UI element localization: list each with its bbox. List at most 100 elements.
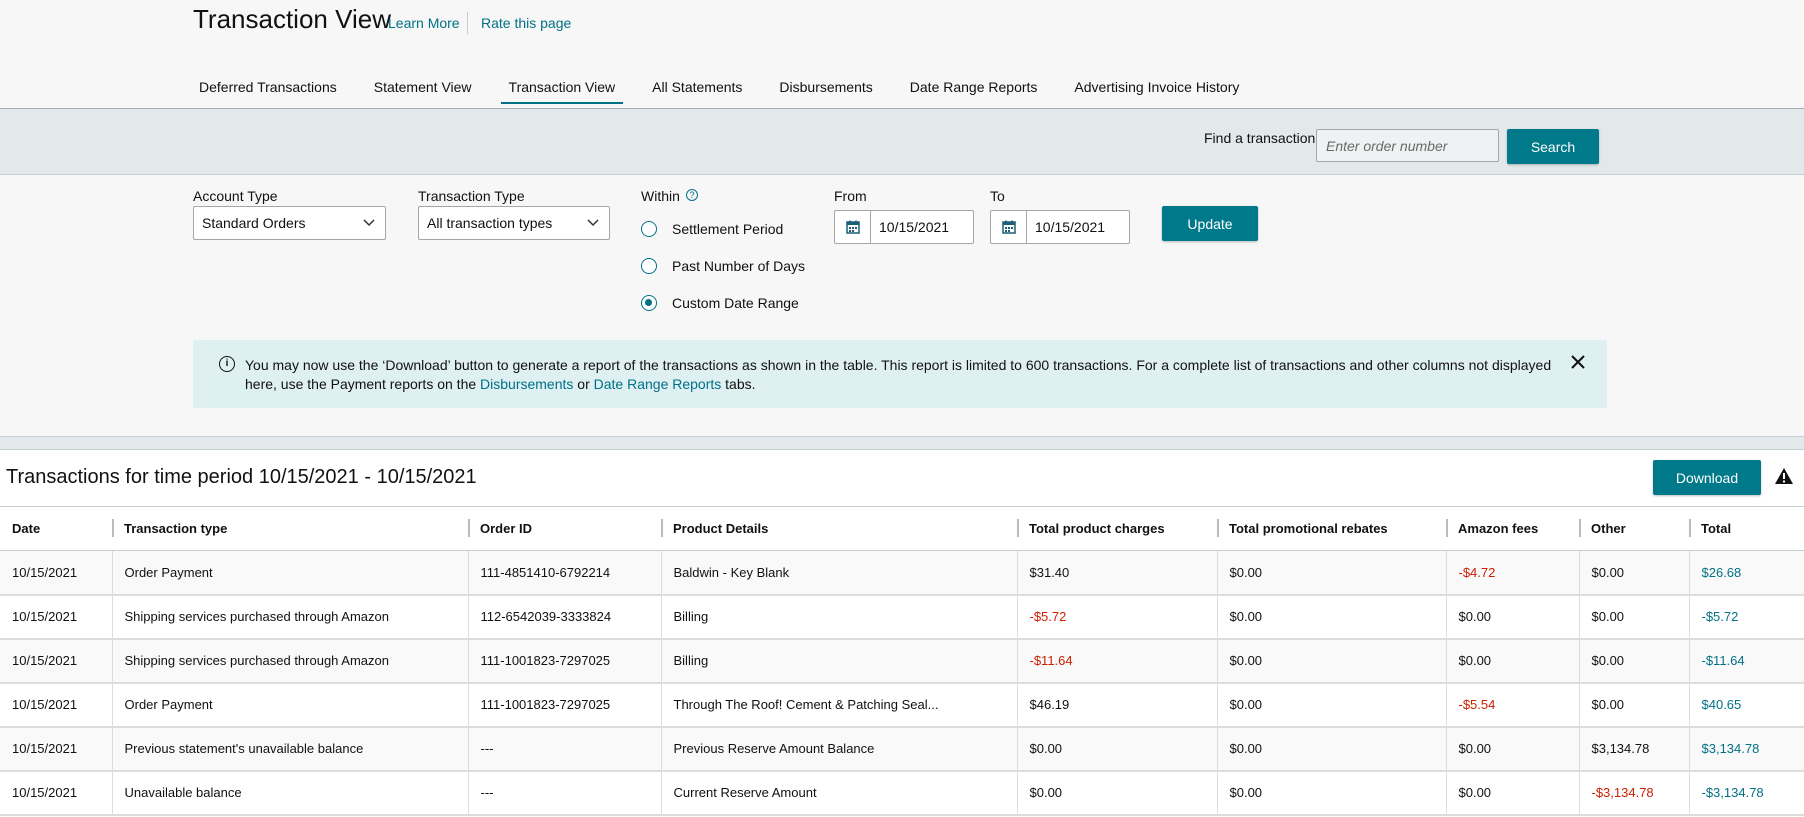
cell-amazon-fees: $0.00 [1446,638,1580,684]
cell-date: 10/15/2021 [0,770,113,816]
learn-more-link[interactable]: Learn More [388,15,460,31]
cell-date: 10/15/2021 [0,638,113,684]
cell-amazon-fees: -$5.54 [1446,682,1580,728]
from-date-field[interactable]: 10/15/2021 [834,210,974,244]
column-header-amazon-fees[interactable]: Amazon fees [1446,506,1579,551]
date-range-reports-link[interactable]: Date Range Reports [594,376,722,392]
tab-all-statements[interactable]: All Statements [644,78,750,104]
header-divider [467,12,468,34]
cell-date: 10/15/2021 [0,550,113,596]
table-row[interactable]: 10/15/2021 Shipping services purchased th… [0,638,1804,684]
cell-other: $0.00 [1579,682,1690,728]
from-date-value: 10/15/2021 [879,219,950,235]
column-header-transaction-type[interactable]: Transaction type [112,506,468,551]
cell-amazon-fees: -$4.72 [1446,550,1580,596]
tab-deferred-transactions[interactable]: Deferred Transactions [191,78,345,104]
chevron-down-icon [363,219,375,227]
results-panel: Transactions for time period 10/15/2021 … [0,449,1804,817]
radio-label: Settlement Period [672,221,784,237]
info-banner: i You may now use the ‘Download’ button … [193,340,1607,408]
cell-date: 10/15/2021 [0,594,113,640]
column-header-total[interactable]: Total [1689,506,1804,551]
cell-transaction-type: Shipping services purchased through Amaz… [112,638,469,684]
tab-statement-view[interactable]: Statement View [366,78,480,104]
order-number-input[interactable] [1316,129,1499,162]
cell-other: $0.00 [1579,550,1690,596]
disbursements-link[interactable]: Disbursements [480,376,573,392]
radio-custom-date-range[interactable]: Custom Date Range [641,293,799,313]
cell-total-promotional-rebates: $0.00 [1217,726,1447,772]
radio-label: Past Number of Days [672,258,806,274]
cell-transaction-type: Shipping services purchased through Amaz… [112,594,469,640]
table-row[interactable]: 10/15/2021 Unavailable balance --- Current … [0,770,1804,816]
search-band: Find a transaction Search [0,109,1804,175]
cell-order-id: --- [468,726,662,772]
page-header: Transaction View Learn More Rate this pa… [0,0,1804,108]
table-row[interactable]: 10/15/2021 Order Payment 111-4851410-67922… [0,550,1804,596]
radio-settlement-period[interactable]: Settlement Period [641,219,783,239]
table-header-row: Date Transaction type Order ID Product Deta… [0,506,1804,551]
tab-date-range-reports[interactable]: Date Range Reports [902,78,1046,104]
cell-product-details: Through The Roof! Cement & Patching Seal… [661,682,1018,728]
info-text: tabs. [721,376,756,392]
update-button[interactable]: Update [1162,206,1258,241]
cell-total: -$11.64 [1689,638,1804,684]
warning-icon[interactable] [1774,467,1794,485]
transaction-type-label: Transaction Type [418,188,525,204]
cell-total-product-charges: -$5.72 [1017,594,1218,640]
tab-transaction-view[interactable]: Transaction View [500,78,624,104]
table-row[interactable]: 10/15/2021 Order Payment 111-1001823-72970… [0,682,1804,728]
to-label: To [990,188,1005,204]
radio-button[interactable] [641,258,657,274]
cell-amazon-fees: $0.00 [1446,726,1580,772]
column-header-date[interactable]: Date [0,506,112,551]
account-type-label: Account Type [193,188,278,204]
rate-page-link[interactable]: Rate this page [481,15,571,31]
download-button[interactable]: Download [1653,460,1761,495]
column-header-product-details[interactable]: Product Details [661,506,1017,551]
account-type-select[interactable]: Standard Orders [193,206,386,240]
find-transaction-label: Find a transaction [1204,130,1316,146]
account-type-value: Standard Orders [202,215,306,231]
cell-order-id: 112-6542039-3333824 [468,594,662,640]
tab-advertising-invoice-history[interactable]: Advertising Invoice History [1066,78,1247,104]
cell-transaction-type: Previous statement's unavailable balance [112,726,469,772]
tab-disbursements[interactable]: Disbursements [771,78,880,104]
calendar-icon[interactable] [991,211,1027,243]
cell-total-promotional-rebates: $0.00 [1217,594,1447,640]
column-header-order-id[interactable]: Order ID [468,506,661,551]
transactions-table: Date Transaction type Order ID Product Deta… [0,506,1804,816]
within-label: Within [641,188,680,204]
cell-date: 10/15/2021 [0,682,113,728]
page-title: Transaction View [193,4,391,34]
cell-order-id: --- [468,770,662,816]
cell-total: $26.68 [1689,550,1804,596]
to-date-field[interactable]: 10/15/2021 [990,210,1130,244]
cell-order-id: 111-1001823-7297025 [468,638,662,684]
cell-other: $0.00 [1579,594,1690,640]
radio-past-number-of-days[interactable]: Past Number of Days [641,256,805,276]
cell-other: $3,134.78 [1579,726,1690,772]
search-button[interactable]: Search [1507,129,1599,164]
cell-amazon-fees: $0.00 [1446,770,1580,816]
cell-total-promotional-rebates: $0.00 [1217,770,1447,816]
close-icon[interactable] [1570,354,1586,370]
radio-button[interactable] [641,221,657,237]
column-header-total-product-charges[interactable]: Total product charges [1017,506,1217,551]
column-header-other[interactable]: Other [1579,506,1689,551]
cell-date: 10/15/2021 [0,726,113,772]
column-header-total-promotional-rebates[interactable]: Total promotional rebates [1217,506,1446,551]
transaction-type-select[interactable]: All transaction types [418,206,610,240]
cell-transaction-type: Order Payment [112,682,469,728]
radio-button-selected[interactable] [641,295,657,311]
from-label: From [834,188,867,204]
cell-total-product-charges: $0.00 [1017,726,1218,772]
filters-section: Account Type Standard Orders Transaction… [0,176,1804,436]
table-row[interactable]: 10/15/2021 Shipping services purchased th… [0,594,1804,640]
help-icon[interactable]: ? [686,189,698,201]
table-row[interactable]: 10/15/2021 Previous statement's unavailab… [0,726,1804,772]
info-icon: i [219,356,235,372]
calendar-icon[interactable] [835,211,871,243]
cell-total: $40.65 [1689,682,1804,728]
tab-bar: Deferred Transactions Statement View Tra… [193,78,1268,106]
